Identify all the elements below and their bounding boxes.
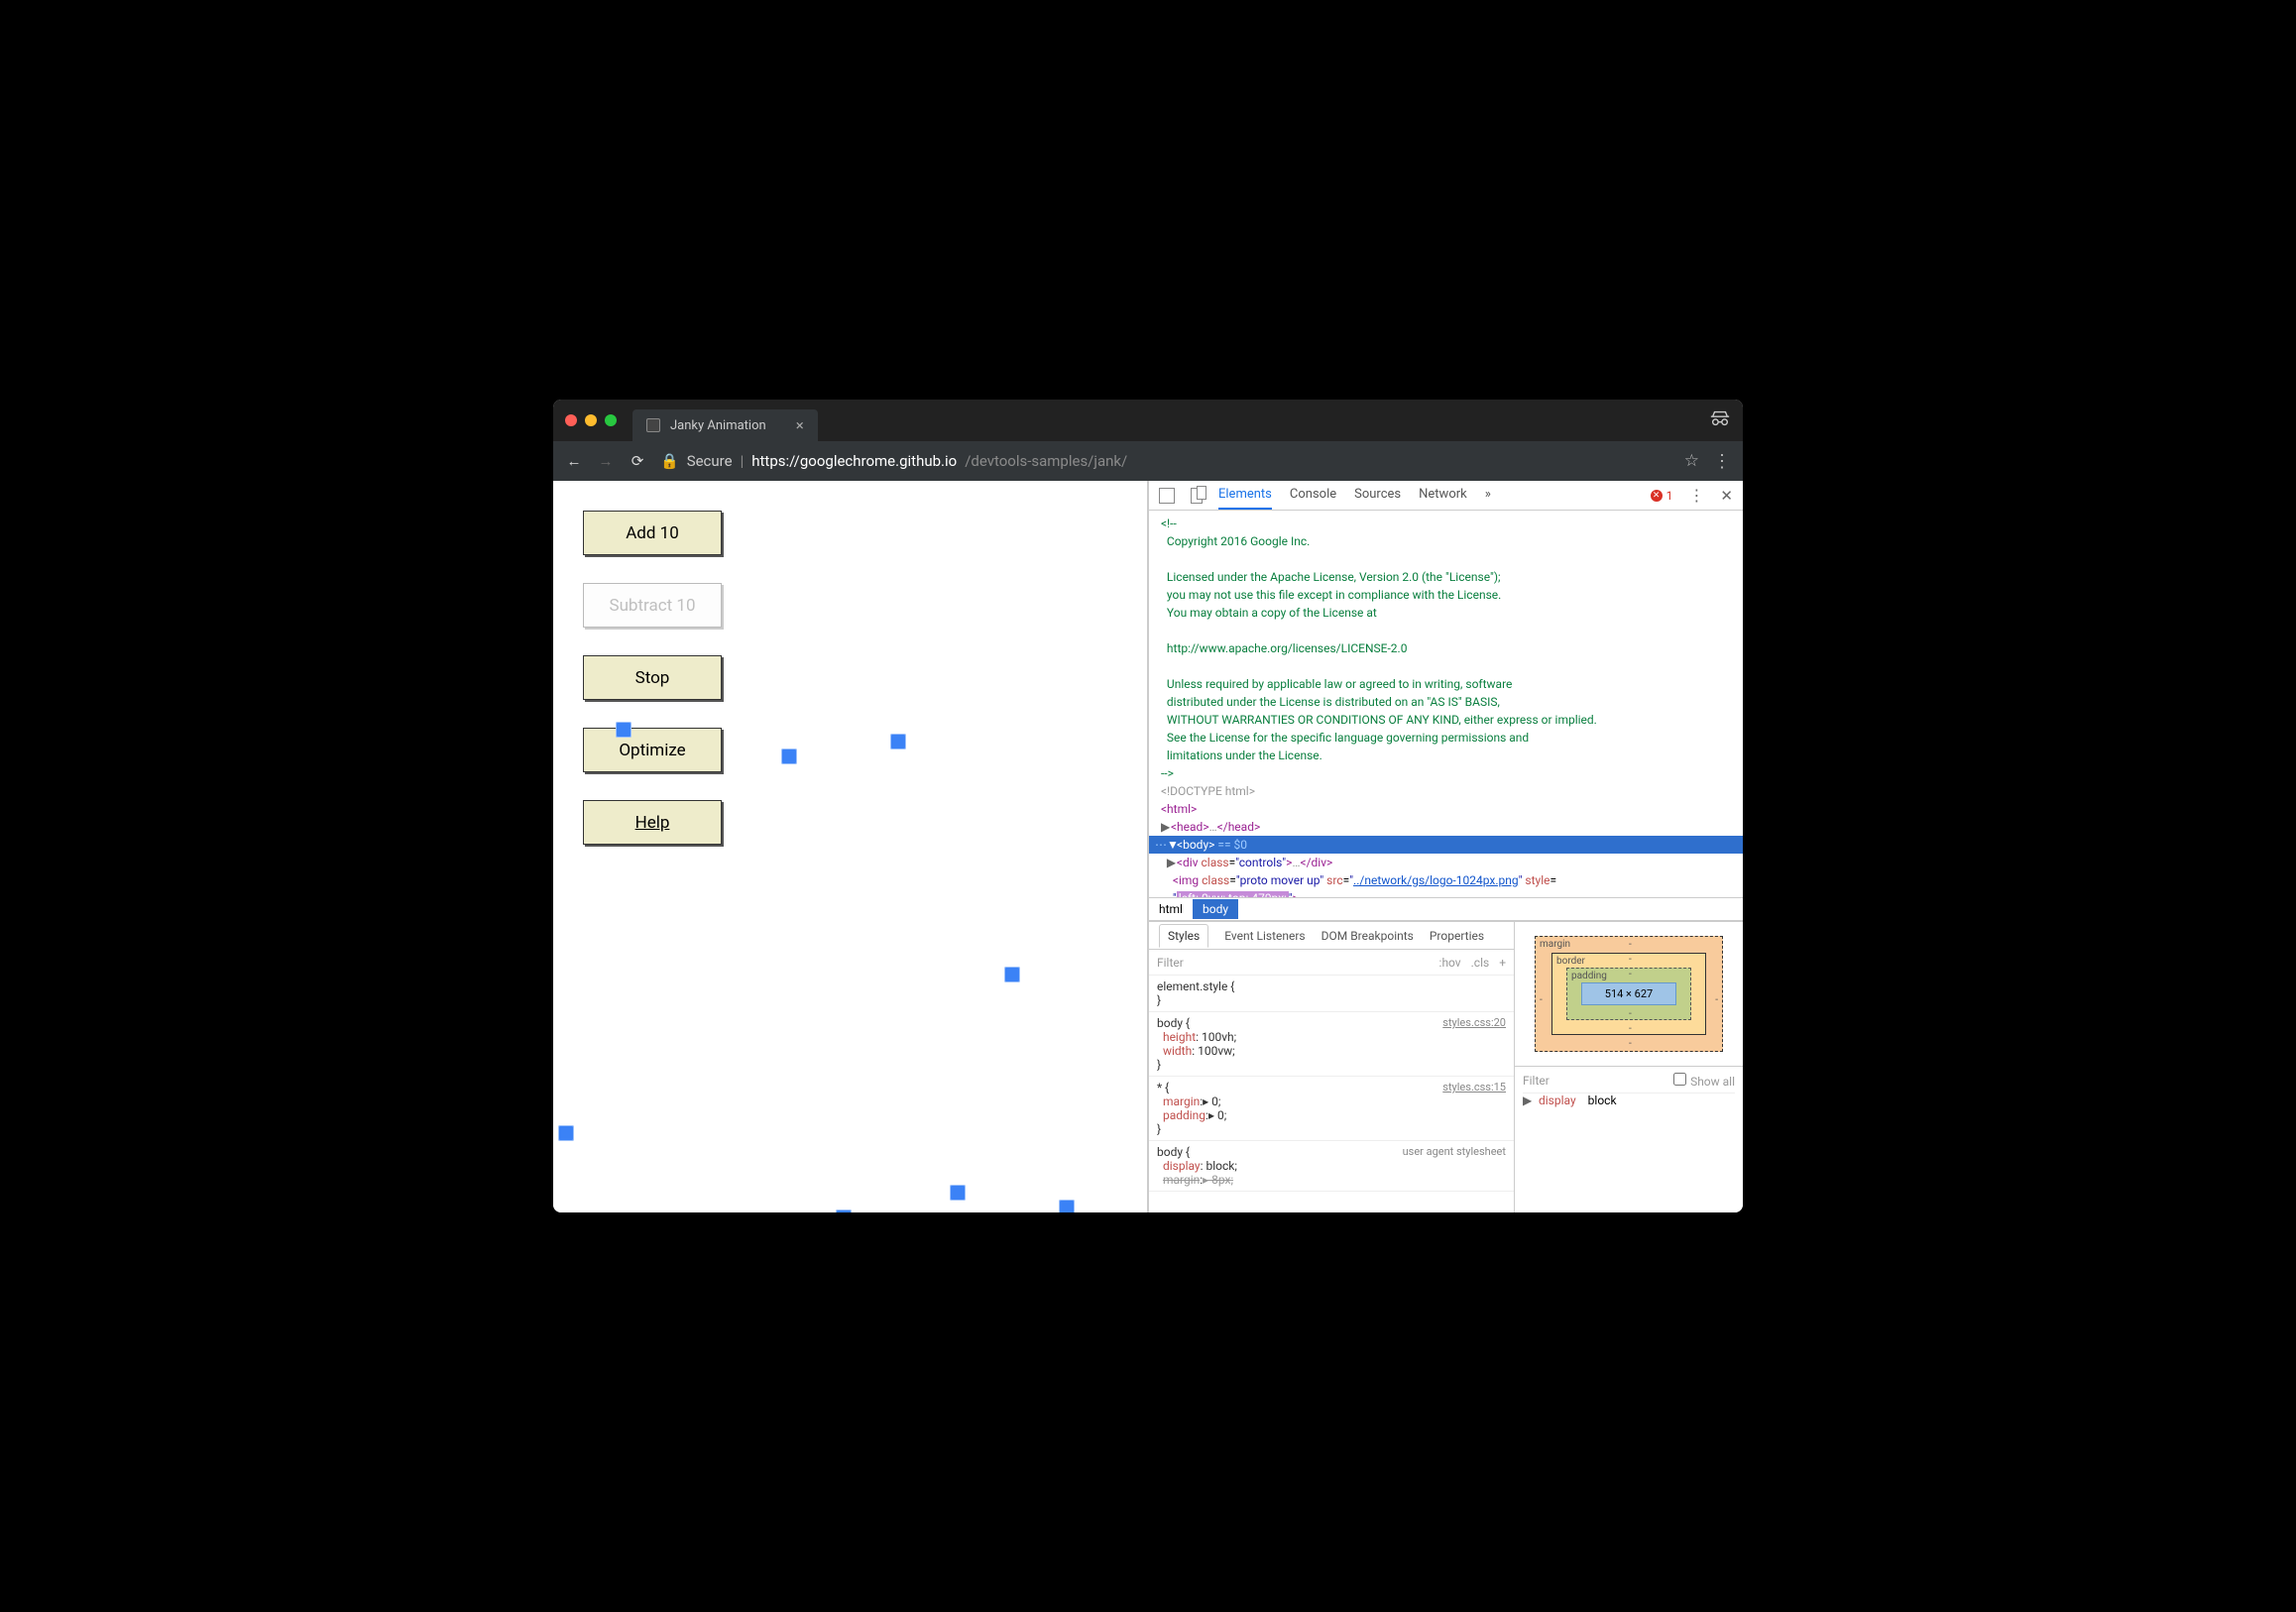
devtools-bottom: Styles Event Listeners DOM Breakpoints P…: [1149, 921, 1743, 1212]
inspect-element-icon[interactable]: [1159, 488, 1175, 504]
subtab-styles[interactable]: Styles: [1159, 924, 1208, 948]
url-path: /devtools-samples/jank/: [965, 452, 1127, 470]
add-10-button[interactable]: Add 10: [583, 511, 722, 555]
tab-more-icon[interactable]: »: [1485, 481, 1491, 510]
computed-panel: Filter Show all ▶display block: [1515, 1066, 1743, 1113]
browser-tab[interactable]: Janky Animation ×: [632, 409, 818, 441]
window-minimize-button[interactable]: [585, 414, 597, 426]
window-titlebar: Janky Animation ×: [553, 400, 1743, 441]
tab-sources[interactable]: Sources: [1354, 481, 1401, 510]
nav-forward-button: →: [597, 452, 615, 470]
window-close-button[interactable]: [565, 414, 577, 426]
crumb-body[interactable]: body: [1193, 899, 1238, 919]
mover-icon: [890, 734, 906, 749]
cls-toggle[interactable]: .cls: [1471, 956, 1490, 970]
dom-tree[interactable]: <!-- Copyright 2016 Google Inc. Licensed…: [1149, 511, 1743, 897]
optimize-button[interactable]: Optimize: [583, 728, 722, 772]
css-rule[interactable]: element.style {}: [1149, 976, 1514, 1012]
styles-filter-input[interactable]: Filter: [1157, 956, 1184, 970]
styles-filter-row: Filter :hov .cls +: [1149, 950, 1514, 976]
content-area: Add 10 Subtract 10 Stop Optimize Help El…: [553, 481, 1743, 1212]
lock-icon: 🔒: [660, 452, 679, 470]
new-rule-icon[interactable]: +: [1499, 956, 1506, 970]
browser-menu-icon[interactable]: ⋮: [1713, 451, 1731, 472]
box-model-content: 514 × 627: [1581, 982, 1676, 1005]
tab-console[interactable]: Console: [1290, 481, 1336, 510]
url-host: https://googlechrome.github.io: [751, 452, 957, 470]
mover-icon: [616, 722, 631, 738]
error-indicator[interactable]: ✕1: [1651, 489, 1673, 503]
devtools-tabs: Elements Console Sources Network »: [1218, 481, 1491, 510]
mover-icon: [781, 748, 797, 764]
dom-selected-body[interactable]: ⋯▼<body> == $0: [1149, 836, 1743, 854]
mover-icon: [950, 1185, 966, 1201]
css-rule[interactable]: styles.css:20body { height: 100vh; width…: [1149, 1012, 1514, 1077]
devtools-close-icon[interactable]: ✕: [1720, 487, 1733, 505]
show-all-toggle[interactable]: Show all: [1673, 1073, 1735, 1089]
computed-row[interactable]: ▶display block: [1523, 1094, 1735, 1107]
secure-label: Secure: [687, 452, 733, 470]
mover-icon: [558, 1125, 574, 1141]
devtools-menu-icon[interactable]: ⋮: [1688, 486, 1704, 505]
subtab-dom-breakpoints[interactable]: DOM Breakpoints: [1321, 929, 1414, 943]
styles-subtabs: Styles Event Listeners DOM Breakpoints P…: [1149, 922, 1514, 950]
crumb-html[interactable]: html: [1149, 899, 1193, 919]
browser-window: Janky Animation × ← → ⟳ 🔒 Secure | https…: [553, 400, 1743, 1212]
page-viewport: Add 10 Subtract 10 Stop Optimize Help: [553, 481, 1148, 1212]
reload-button[interactable]: ⟳: [629, 452, 646, 470]
address-bar[interactable]: 🔒 Secure | https://googlechrome.github.i…: [660, 452, 1127, 470]
device-toolbar-icon[interactable]: [1191, 488, 1203, 504]
help-button[interactable]: Help: [583, 800, 722, 845]
box-model: margin---- border-- padding-- 514 × 627: [1515, 922, 1743, 1066]
mover-icon: [1004, 967, 1020, 982]
devtools-toolbar: Elements Console Sources Network » ✕1 ⋮ …: [1149, 481, 1743, 511]
page-controls: Add 10 Subtract 10 Stop Optimize Help: [583, 511, 722, 845]
box-model-pane: margin---- border-- padding-- 514 × 627 …: [1515, 922, 1743, 1212]
address-toolbar: ← → ⟳ 🔒 Secure | https://googlechrome.gi…: [553, 441, 1743, 481]
window-zoom-button[interactable]: [605, 414, 617, 426]
subtab-properties[interactable]: Properties: [1430, 929, 1484, 943]
tab-title: Janky Animation: [670, 418, 766, 433]
devtools-panel: Elements Console Sources Network » ✕1 ⋮ …: [1148, 481, 1743, 1212]
page-icon: [646, 418, 660, 432]
computed-filter[interactable]: Filter: [1523, 1074, 1550, 1088]
hov-toggle[interactable]: :hov: [1439, 956, 1461, 970]
bookmark-star-icon[interactable]: ☆: [1684, 451, 1699, 471]
traffic-lights: [565, 414, 617, 426]
mover-icon: [1059, 1200, 1075, 1212]
subtract-10-button: Subtract 10: [583, 583, 722, 628]
tab-elements[interactable]: Elements: [1218, 481, 1272, 510]
mover-icon: [836, 1209, 852, 1212]
nav-back-button[interactable]: ←: [565, 452, 583, 470]
css-rule[interactable]: styles.css:15* { margin:▸ 0; padding:▸ 0…: [1149, 1077, 1514, 1141]
tab-network[interactable]: Network: [1419, 481, 1467, 510]
dom-breadcrumbs: html body: [1149, 897, 1743, 921]
styles-panel: Styles Event Listeners DOM Breakpoints P…: [1149, 922, 1515, 1212]
css-rule[interactable]: user agent stylesheetbody { display: blo…: [1149, 1141, 1514, 1192]
close-tab-icon[interactable]: ×: [796, 416, 804, 434]
incognito-icon: [1709, 407, 1731, 433]
subtab-event-listeners[interactable]: Event Listeners: [1224, 929, 1305, 943]
stop-button[interactable]: Stop: [583, 655, 722, 700]
